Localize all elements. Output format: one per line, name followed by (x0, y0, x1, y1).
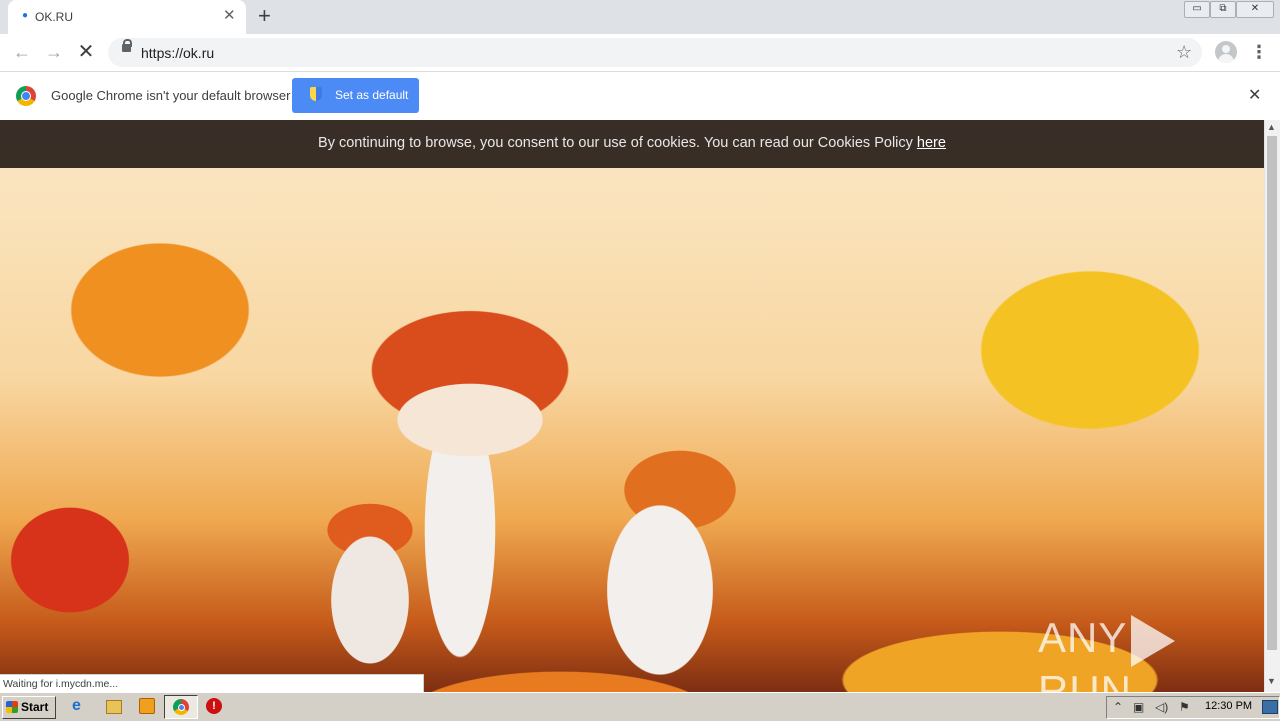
explorer-icon[interactable] (106, 700, 122, 714)
taskbar: Start e ! ⌃ ▣ ◁) ⚑ 12:30 PM (0, 692, 1280, 721)
address-bar[interactable] (108, 38, 1202, 67)
profile-body-shape (1218, 54, 1234, 63)
scroll-down-arrow-icon[interactable]: ▼ (1267, 676, 1276, 686)
clock[interactable]: 12:30 PM (1205, 700, 1252, 712)
tab-strip: ● OK.RU ✕ + ▭ ⧉ ✕ (0, 0, 1280, 34)
play-icon (1131, 614, 1176, 667)
tray-expand-icon[interactable]: ⌃ (1113, 700, 1123, 714)
cookie-policy-link[interactable]: here (917, 135, 946, 151)
browser-toolbar: ← → ✕ https://ok.ru ☆ ⋮ (0, 34, 1280, 72)
show-desktop-icon[interactable] (1262, 700, 1278, 714)
start-label: Start (21, 700, 49, 714)
menu-icon[interactable]: ⋮ (1250, 42, 1268, 62)
ie-icon[interactable]: e (72, 698, 88, 714)
network-icon[interactable]: ▣ (1133, 700, 1144, 714)
scroll-thumb[interactable] (1267, 136, 1277, 650)
page-content: By continuing to browse, you consent to … (0, 120, 1264, 692)
url-text[interactable]: https://ok.ru (141, 45, 214, 61)
volume-icon[interactable]: ◁) (1155, 700, 1168, 714)
action-center-flag-icon[interactable]: ⚑ (1179, 700, 1190, 714)
media-player-icon[interactable] (139, 698, 155, 714)
set-as-default-button[interactable]: Set as default (292, 78, 419, 113)
cookie-message: By continuing to browse, you consent to … (318, 135, 917, 151)
profile-icon[interactable] (1215, 41, 1237, 63)
tab-close-icon[interactable]: ✕ (223, 7, 236, 25)
minimize-button[interactable]: ▭ (1184, 1, 1210, 18)
shield-icon (310, 87, 322, 101)
watermark-right: RUN (1038, 666, 1132, 692)
maximize-button[interactable]: ⧉ (1210, 1, 1236, 18)
chrome-taskbar-icon (173, 699, 189, 715)
status-text: Waiting for i.mycdn.me... (3, 678, 119, 690)
tab-loading-icon: ● (22, 10, 29, 21)
stop-loading-button[interactable]: ✕ (74, 41, 98, 63)
chrome-icon (16, 86, 36, 106)
scroll-up-arrow-icon[interactable]: ▲ (1267, 122, 1276, 132)
chrome-taskbar-icon-center (178, 704, 185, 711)
back-button[interactable]: ← (10, 41, 34, 63)
infobar-close-icon[interactable]: ✕ (1248, 86, 1261, 106)
profile-head-shape (1222, 45, 1230, 53)
cookie-banner: By continuing to browse, you consent to … (0, 120, 1264, 168)
stop-icon[interactable]: ! (206, 698, 222, 714)
system-tray: ⌃ ▣ ◁) ⚑ 12:30 PM (1106, 696, 1280, 719)
new-tab-button[interactable]: + (258, 4, 271, 28)
set-as-default-label: Set as default (335, 88, 409, 102)
anyrun-watermark: ANY RUN (1038, 614, 1264, 692)
bookmark-star-icon[interactable]: ☆ (1176, 42, 1192, 62)
chrome-taskbar-button[interactable] (164, 695, 198, 719)
cookie-text: By continuing to browse, you consent to … (0, 135, 1264, 151)
tab-title: OK.RU (35, 10, 74, 24)
forward-button[interactable]: → (42, 41, 66, 63)
chrome-icon-center (21, 91, 31, 101)
status-bubble: Waiting for i.mycdn.me... (0, 674, 424, 693)
watermark-left: ANY (1038, 614, 1128, 661)
start-button[interactable]: Start (2, 696, 56, 719)
infobar-message: Google Chrome isn't your default browser (51, 88, 291, 103)
vertical-scrollbar[interactable]: ▲ ▼ (1264, 120, 1280, 692)
window-close-button[interactable]: ✕ (1236, 1, 1274, 18)
windows-flag-icon (6, 701, 18, 713)
lock-icon-body[interactable] (122, 44, 131, 52)
